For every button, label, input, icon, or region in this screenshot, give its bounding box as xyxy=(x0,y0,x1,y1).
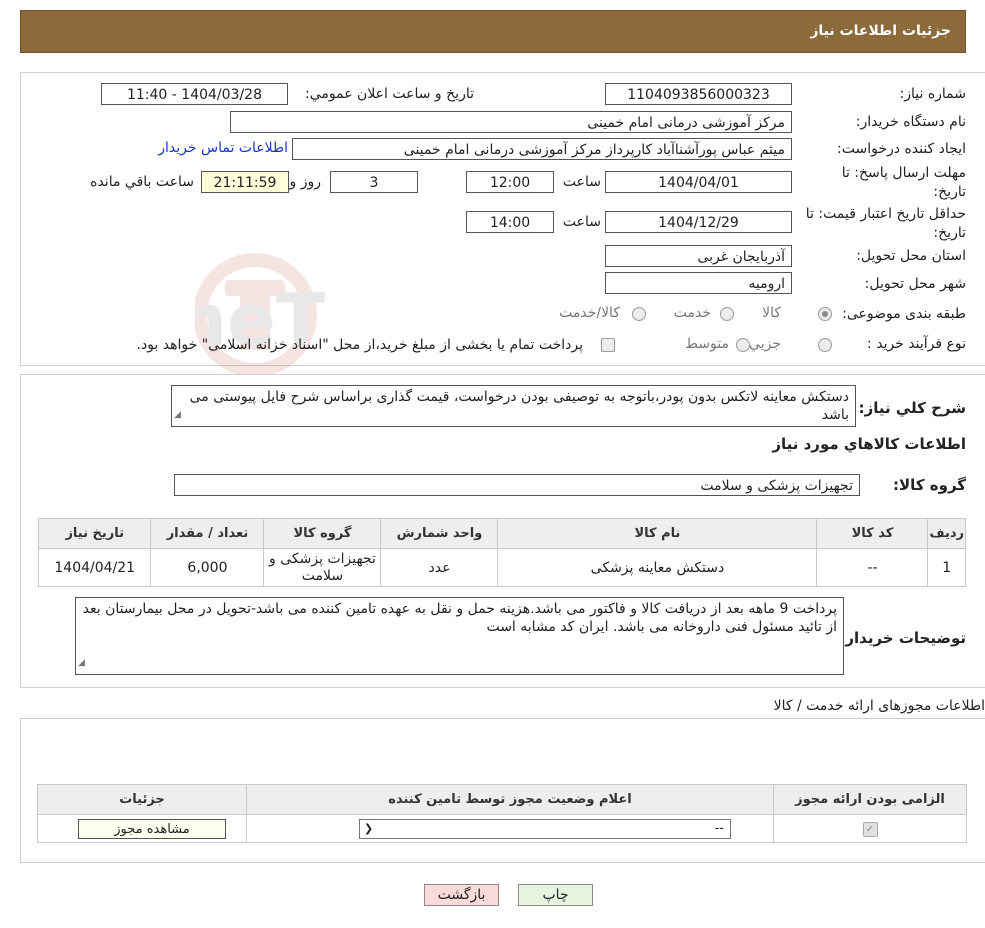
col-qty: تعداد / مقدار xyxy=(150,518,265,549)
process-minor-label: جزيي xyxy=(749,336,781,352)
licenses-table-header: الزامی بودن ارائه مجوز اعلام وضعیت مجوز … xyxy=(37,784,967,815)
price-time-label: ساعت xyxy=(562,214,601,230)
license-status-select[interactable]: ❯ -- xyxy=(359,818,731,839)
category-radio-goods-service[interactable] xyxy=(632,307,646,321)
process-radio-minor[interactable] xyxy=(818,338,832,352)
province-label: استان محل تحويل: xyxy=(856,248,966,264)
reply-deadline-label: مهلت ارسال پاسخ: تا تاریخ: xyxy=(841,165,966,200)
process-treasury-note: پرداخت تمام یا بخشی از مبلغ خرید،از محل … xyxy=(136,337,583,353)
announce-field: 1404/03/28 - 11:40 xyxy=(101,83,288,105)
process-treasury-checkbox[interactable] xyxy=(601,338,615,352)
need-description-value: دستکش معاینه لاتکس بدون پودر،باتوجه به ت… xyxy=(189,389,849,423)
goods-section-title: اطلاعات كالاهاي مورد نياز xyxy=(772,435,966,453)
process-type-label: نوع فرآيند خريد : xyxy=(867,336,966,352)
col-code: کد کالا xyxy=(816,518,929,549)
page-header: جزئیات اطلاعات نیاز xyxy=(20,10,966,53)
col-group: گروه کالا xyxy=(263,518,382,549)
back-button[interactable]: بازگشت xyxy=(424,884,499,906)
cell-date: 1404/04/21 xyxy=(37,548,152,587)
cell-license-required: ✓ xyxy=(773,814,967,843)
category-radio-goods[interactable] xyxy=(818,307,832,321)
buyer-org-label: نام دستگاه خريدار: xyxy=(855,114,966,130)
buyer-notes-text: پرداخت 9 ماهه بعد از دریافت کالا و فاکتو… xyxy=(75,597,844,675)
cell-code: -- xyxy=(816,548,929,587)
cell-row: 1 xyxy=(927,548,966,587)
remaining-label: ساعت باقي مانده xyxy=(90,174,194,190)
table-row: ✓ ❯ -- مشاهده مجوز xyxy=(37,814,967,843)
cell-qty: 6,000 xyxy=(150,548,265,587)
reply-date-field: 1404/04/01 xyxy=(605,171,792,193)
announce-label: تاریخ و ساعت اعلان عمومي: xyxy=(305,86,474,102)
buyer-notes-label: توضيحات خريدار: xyxy=(839,629,966,647)
days-field: 3 xyxy=(330,171,418,193)
table-row: 1 -- دستکش معاینه پزشکی عدد تجهیزات پزشک… xyxy=(37,548,966,587)
buyer-org-field: مرکز آموزشی درمانی امام خمینی xyxy=(230,111,792,133)
col-license-status: اعلام وضعیت مجوز توسط تامین کننده xyxy=(246,784,774,815)
need-number-label: شماره نیاز: xyxy=(899,86,967,102)
goods-group-label: گروه کالا: xyxy=(893,476,966,494)
city-field: ارومیه xyxy=(605,272,792,294)
category-service-label: خدمت xyxy=(673,305,711,321)
need-number-field: 1104093856000323 xyxy=(605,83,792,105)
col-unit: واحد شمارش xyxy=(380,518,499,549)
col-date: تاریخ نیاز xyxy=(37,518,152,549)
category-label: طبقه بندی موضوعی: xyxy=(842,306,966,322)
creator-label: ايجاد كننده درخواست: xyxy=(837,141,966,157)
province-field: آذربایجان غربی xyxy=(605,245,792,267)
cell-unit: عدد xyxy=(380,548,499,587)
page-title: جزئیات اطلاعات نیاز xyxy=(810,23,951,39)
price-date-field: 1404/12/29 xyxy=(605,211,792,233)
resize-grip-icon[interactable]: ◢ xyxy=(174,406,181,424)
category-goods-label: کالا xyxy=(762,305,781,321)
reply-time-label: ساعت xyxy=(562,174,601,190)
process-radio-medium[interactable] xyxy=(736,338,750,352)
price-validity-label: حداقل تاريخ اعتبار قيمت: تا تاریخ: xyxy=(805,206,966,241)
buyer-contact-link[interactable]: اطلاعات تماس خريدار xyxy=(158,140,288,156)
cell-license-details: مشاهده مجوز xyxy=(37,814,247,843)
category-goods-service-label: کالا/خدمت xyxy=(559,305,620,321)
city-label: شهر محل تحويل: xyxy=(864,276,966,292)
col-license-required: الزامی بودن ارائه مجوز xyxy=(773,784,967,815)
cell-group: تجهیزات پزشکی و سلامت xyxy=(263,548,382,587)
need-description-text: دستکش معاینه لاتکس بدون پودر،باتوجه به ت… xyxy=(171,385,856,427)
goods-group-field: تجهیزات پزشکی و سلامت xyxy=(174,474,860,496)
license-status-value: -- xyxy=(714,820,724,836)
category-radio-service[interactable] xyxy=(720,307,734,321)
licenses-section-title: اطلاعات مجوزهای ارائه خدمت / کالا xyxy=(773,698,985,714)
licenses-table: الزامی بودن ارائه مجوز اعلام وضعیت مجوز … xyxy=(37,784,967,843)
select-dropdown-icon: ❯ xyxy=(364,821,374,835)
goods-table-header: رديف کد کالا نام کالا واحد شمارش گروه کا… xyxy=(37,518,966,549)
resize-grip-icon[interactable]: ◢ xyxy=(78,654,85,672)
price-time-field: 14:00 xyxy=(466,211,554,233)
col-name: نام کالا xyxy=(497,518,818,549)
reply-time-field: 12:00 xyxy=(466,171,554,193)
col-row: رديف xyxy=(927,518,966,549)
cell-name: دستکش معاینه پزشکی xyxy=(497,548,818,587)
creator-field: میثم عباس پورآشناآباد کارپرداز مرکز آموز… xyxy=(292,138,792,160)
cell-license-status: ❯ -- xyxy=(246,814,774,843)
print-button[interactable]: چاپ xyxy=(518,884,593,906)
license-required-checkbox[interactable]: ✓ xyxy=(862,822,878,837)
col-license-details: جزئیات xyxy=(37,784,247,815)
buyer-notes-value: پرداخت 9 ماهه بعد از دریافت کالا و فاکتو… xyxy=(82,601,837,635)
days-label: روز و xyxy=(289,174,322,190)
goods-table: رديف کد کالا نام کالا واحد شمارش گروه کا… xyxy=(37,518,966,587)
remaining-time-field: 21:11:59 xyxy=(201,171,289,193)
process-medium-label: متوسط xyxy=(685,336,729,352)
need-description-label: شرح كلي نياز: xyxy=(858,399,966,417)
view-license-button[interactable]: مشاهده مجوز xyxy=(78,818,226,839)
